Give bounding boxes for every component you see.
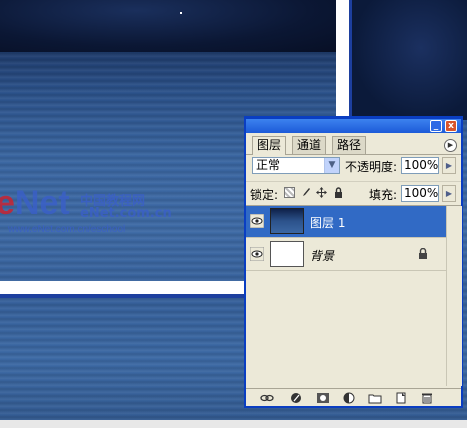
tab-channels[interactable]: 通道 [292, 136, 327, 154]
blend-options-row: 正常 ▼ 不透明度: 100% ▶ [246, 157, 461, 179]
delete-layer-icon[interactable] [420, 392, 434, 404]
tab-paths[interactable]: 路径 [332, 136, 367, 154]
fill-input[interactable]: 100% [401, 185, 439, 202]
layer-row-background[interactable]: 背景 [246, 239, 446, 271]
white-frame-strip-vertical [336, 0, 350, 120]
layer-mask-icon[interactable] [316, 392, 330, 404]
white-frame-strip-horizontal [0, 281, 246, 294]
blue-frame-line-horizontal [0, 294, 246, 298]
logo-text-net: Net [14, 184, 70, 222]
palette-menu-icon[interactable]: ▶ [444, 139, 457, 152]
adjustment-layer-icon[interactable] [342, 392, 356, 404]
layer-name[interactable]: 背景 [310, 247, 334, 264]
layer-row-layer-1[interactable]: 图层 1 [246, 206, 446, 238]
visibility-eye-icon[interactable] [250, 214, 264, 228]
palette-title-bar[interactable]: _ x [246, 119, 461, 133]
layers-scrollbar[interactable] [446, 206, 462, 386]
fill-label: 填充: [369, 188, 398, 202]
opacity-slider-arrow-icon[interactable]: ▶ [442, 157, 456, 174]
chevron-down-icon[interactable]: ▼ [324, 158, 339, 173]
lock-image-pixels-icon[interactable] [300, 187, 311, 198]
lock-transparency-icon[interactable] [284, 187, 295, 198]
visibility-eye-icon[interactable] [250, 247, 264, 261]
lock-position-icon[interactable] [316, 187, 327, 198]
watermark-domain: eNet.com.cn [80, 206, 172, 221]
bottom-edge [0, 420, 467, 428]
watermark-logo: eNet [0, 186, 70, 220]
lock-label: 锁定: [250, 188, 279, 202]
star [180, 12, 182, 14]
minimize-button[interactable]: _ [430, 120, 442, 132]
enet-watermark: eNet 中国教程网 eNet.com.cn www.eNet.com.cn/e… [0, 186, 172, 235]
opacity-label: 不透明度: [345, 160, 398, 174]
layer-style-icon[interactable] [290, 392, 304, 404]
layers-list: 图层 1 背景 [246, 205, 462, 386]
opacity-input[interactable]: 100% [401, 157, 439, 174]
layer-name[interactable]: 图层 1 [310, 214, 345, 231]
night-sky-area [0, 0, 340, 52]
layer-thumbnail [270, 208, 304, 234]
lock-all-icon[interactable] [333, 187, 344, 198]
tab-layers[interactable]: 图层 [252, 136, 287, 155]
layer-lock-icon [418, 247, 428, 259]
close-button[interactable]: x [445, 120, 457, 132]
blend-mode-value: 正常 [256, 158, 281, 172]
layers-bottom-toolbar [246, 388, 461, 407]
layers-palette: _ x 图层 通道 路径 ▶ 正常 ▼ 不透明度: 100% ▶ 锁定: 填充:… [244, 116, 463, 408]
lock-options-row: 锁定: 填充: 100% ▶ [246, 181, 461, 204]
link-layers-icon[interactable] [260, 392, 274, 404]
fill-slider-arrow-icon[interactable]: ▶ [442, 185, 456, 202]
new-group-icon[interactable] [368, 392, 382, 404]
layer-thumbnail [270, 241, 304, 267]
palette-tabs: 图层 通道 路径 ▶ [246, 134, 461, 155]
watermark-url: www.eNet.com.cn/eschool [8, 224, 126, 235]
logo-letter-e: e [0, 184, 15, 222]
blend-mode-select[interactable]: 正常 ▼ [252, 157, 340, 174]
new-layer-icon[interactable] [394, 392, 408, 404]
second-document-sky [352, 0, 467, 120]
